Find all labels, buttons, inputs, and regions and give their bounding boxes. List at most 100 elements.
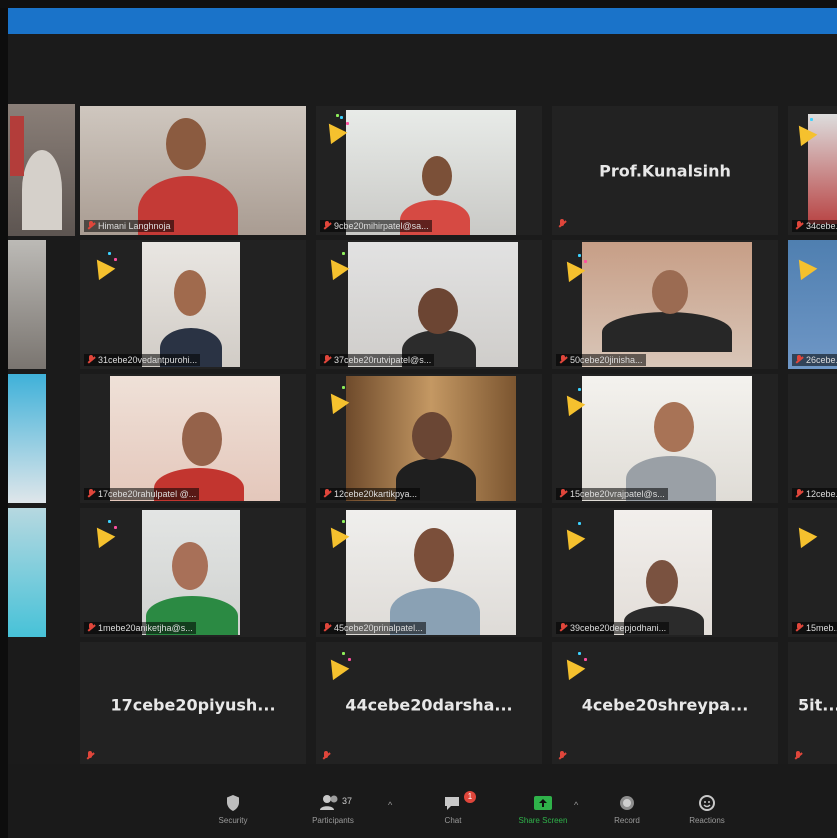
mic-muted-icon <box>322 751 331 761</box>
video-feed <box>614 510 712 635</box>
left-edge <box>0 8 8 838</box>
video-tile[interactable]: 39cebe20deepjodhani... <box>552 508 778 637</box>
video-tile-partial-left[interactable] <box>8 240 46 369</box>
mic-muted-icon <box>87 355 95 364</box>
chat-label: Chat <box>444 816 462 825</box>
participants-count: 37 <box>342 796 353 806</box>
person-face <box>412 412 452 460</box>
share-screen-button[interactable]: Share Screen <box>508 794 578 825</box>
video-tile-partial-left[interactable] <box>8 374 46 503</box>
window-titlebar <box>8 8 837 34</box>
party-reaction-icon <box>88 250 118 281</box>
party-reaction-icon <box>558 520 588 551</box>
record-icon <box>592 794 662 812</box>
participant-name-display: 5it... <box>798 695 837 714</box>
video-feed <box>142 510 240 635</box>
participant-name-tag: Himani Langhnoja <box>84 220 174 232</box>
person-face <box>652 270 688 314</box>
share-screen-icon <box>508 794 578 812</box>
mic-muted-icon <box>795 623 803 632</box>
party-reaction-icon <box>558 386 588 417</box>
video-tile-partial-right[interactable]: 12cebe... <box>788 374 837 503</box>
party-reaction-icon <box>558 650 588 681</box>
video-tile-partial-left[interactable] <box>8 508 46 637</box>
video-tile[interactable]: 17cebe20piyush... <box>80 642 306 767</box>
participant-name-tag: 26cebe... <box>792 354 837 366</box>
video-feed <box>346 376 516 501</box>
video-feed <box>110 376 280 501</box>
share-screen-label: Share Screen <box>518 816 568 825</box>
video-tile[interactable]: 45cebe20prinalpatel... <box>316 508 542 637</box>
mic-muted-icon <box>323 221 331 230</box>
mic-muted-icon <box>795 489 803 498</box>
record-button[interactable]: Record <box>592 794 662 825</box>
gallery-view: Himani Langhnoja 9cbe20mihirpatel@sa... … <box>8 104 837 767</box>
reactions-icon <box>672 794 742 812</box>
security-label: Security <box>218 816 248 825</box>
participant-name-tag: 12cebe20kartikpya... <box>320 488 421 500</box>
mic-muted-icon <box>559 355 567 364</box>
participant-name-tag: 9cbe20mihirpatel@sa... <box>320 220 432 232</box>
mic-muted-icon <box>559 623 567 632</box>
reactions-label: Reactions <box>689 816 725 825</box>
mic-muted-icon <box>323 355 331 364</box>
security-button[interactable]: Security <box>198 794 268 825</box>
party-reaction-icon <box>322 650 352 681</box>
video-tile[interactable]: 12cebe20kartikpya... <box>316 374 542 503</box>
video-tile-partial-right[interactable]: 26cebe... <box>788 240 837 369</box>
participant-name-tag: 15meb... <box>792 622 837 634</box>
video-tile[interactable]: 31cebe20vedantpurohi... <box>80 240 306 369</box>
chat-icon: 1 <box>418 791 488 812</box>
mic-muted-icon <box>323 623 331 632</box>
chat-button[interactable]: 1 Chat <box>418 791 488 825</box>
participant-name-display: Prof.Kunalsinh <box>599 161 731 180</box>
participants-label: Participants <box>312 816 354 825</box>
participant-name-tag: 39cebe20deepjodhani... <box>556 622 670 634</box>
video-feed <box>346 510 516 635</box>
person-face <box>654 402 694 452</box>
participants-button[interactable]: 37 Participants <box>298 794 368 825</box>
participant-name-tag: 1mebe20aniketjha@s... <box>84 622 196 634</box>
video-feed <box>346 110 516 235</box>
person-face <box>422 156 452 196</box>
share-screen-caret-icon[interactable]: ^ <box>574 800 578 810</box>
video-tile[interactable]: Prof.Kunalsinh <box>552 106 778 235</box>
party-reaction-icon <box>322 250 352 281</box>
reactions-button[interactable]: Reactions <box>672 794 742 825</box>
person-face <box>646 560 678 604</box>
participant-name-tag: 37cebe20rutvipatel@s... <box>320 354 435 366</box>
party-reaction-icon <box>322 518 352 549</box>
video-tile[interactable]: 1mebe20aniketjha@s... <box>80 508 306 637</box>
video-tile-partial-right[interactable]: 34cebe... <box>788 106 837 235</box>
record-label: Record <box>614 816 640 825</box>
mic-muted-icon <box>87 623 95 632</box>
participants-caret-icon[interactable]: ^ <box>388 800 392 810</box>
video-feed <box>582 242 752 367</box>
participant-name-tag: 50cebe20jinisha... <box>556 354 646 366</box>
party-reaction-icon <box>790 518 820 549</box>
mic-muted-icon <box>323 489 331 498</box>
person-face <box>172 542 208 590</box>
mic-muted-icon <box>87 221 95 230</box>
video-tile[interactable]: 17cebe20rahulpatel @... <box>80 374 306 503</box>
person-face <box>166 118 206 170</box>
party-reaction-icon <box>558 252 588 283</box>
participant-name-tag: 12cebe... <box>792 488 837 500</box>
video-tile[interactable]: 15cebe20vrajpatel@s... <box>552 374 778 503</box>
participants-icon: 37 <box>298 794 368 812</box>
mic-muted-icon <box>559 489 567 498</box>
video-tile[interactable]: 9cbe20mihirpatel@sa... <box>316 106 542 235</box>
video-tile[interactable]: 4cebe20shreypa... <box>552 642 778 767</box>
video-tile-partial-left[interactable] <box>8 104 75 236</box>
video-tile[interactable]: 44cebe20darsha... <box>316 642 542 767</box>
video-feed <box>8 508 46 637</box>
mic-muted-icon <box>558 219 567 229</box>
party-reaction-icon <box>322 384 352 415</box>
video-tile[interactable]: Himani Langhnoja <box>80 106 306 235</box>
participant-name-display: 17cebe20piyush... <box>110 695 276 714</box>
video-tile-partial-right[interactable]: 15meb... <box>788 508 837 637</box>
participant-name-tag: 31cebe20vedantpurohi... <box>84 354 201 366</box>
video-tile-partial-right[interactable]: 5it... <box>788 642 837 767</box>
video-tile[interactable]: 37cebe20rutvipatel@s... <box>316 240 542 369</box>
video-tile[interactable]: 50cebe20jinisha... <box>552 240 778 369</box>
